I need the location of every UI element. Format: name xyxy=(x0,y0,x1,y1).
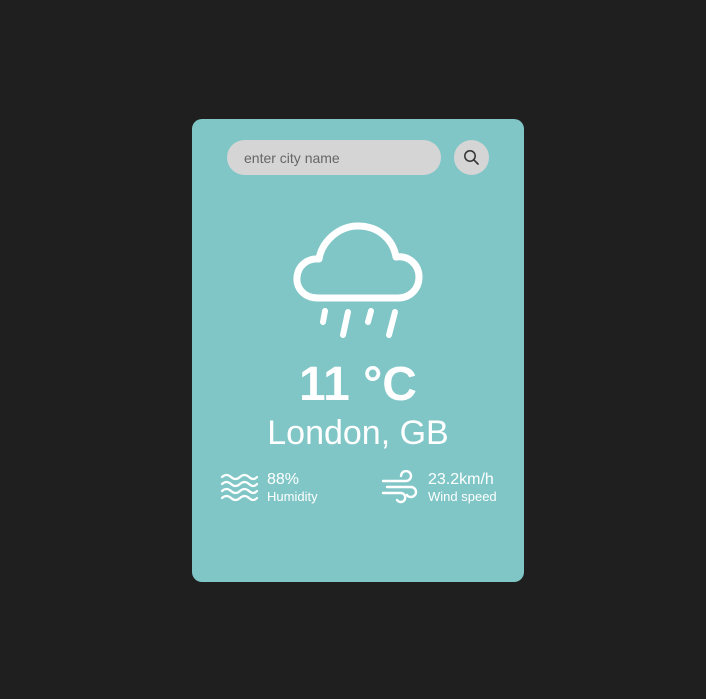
wind-detail: 23.2km/h Wind speed xyxy=(381,470,497,510)
wind-text: 23.2km/h Wind speed xyxy=(428,470,497,505)
humidity-value: 88% xyxy=(267,471,300,488)
weather-details: 88% Humidity 23.2km/h Wind speed xyxy=(220,470,502,510)
search-input[interactable] xyxy=(227,140,441,175)
search-icon xyxy=(464,150,479,165)
humidity-detail: 88% Humidity xyxy=(220,470,318,510)
waves-icon xyxy=(220,473,258,502)
weather-card: 11 °C London, GB 88% Humidity 23.2km/h xyxy=(192,119,524,582)
humidity-label: Humidity xyxy=(267,489,318,504)
search-bar xyxy=(227,140,490,175)
city-name: London, GB xyxy=(267,414,449,452)
wind-icon xyxy=(381,470,418,504)
temperature: 11 °C xyxy=(299,358,417,411)
humidity-text: 88% Humidity xyxy=(267,470,318,505)
search-button[interactable] xyxy=(454,140,489,175)
wind-value: 23.2km/h xyxy=(428,471,494,488)
wind-label: Wind speed xyxy=(428,489,497,504)
rain-cloud-icon xyxy=(293,222,423,338)
